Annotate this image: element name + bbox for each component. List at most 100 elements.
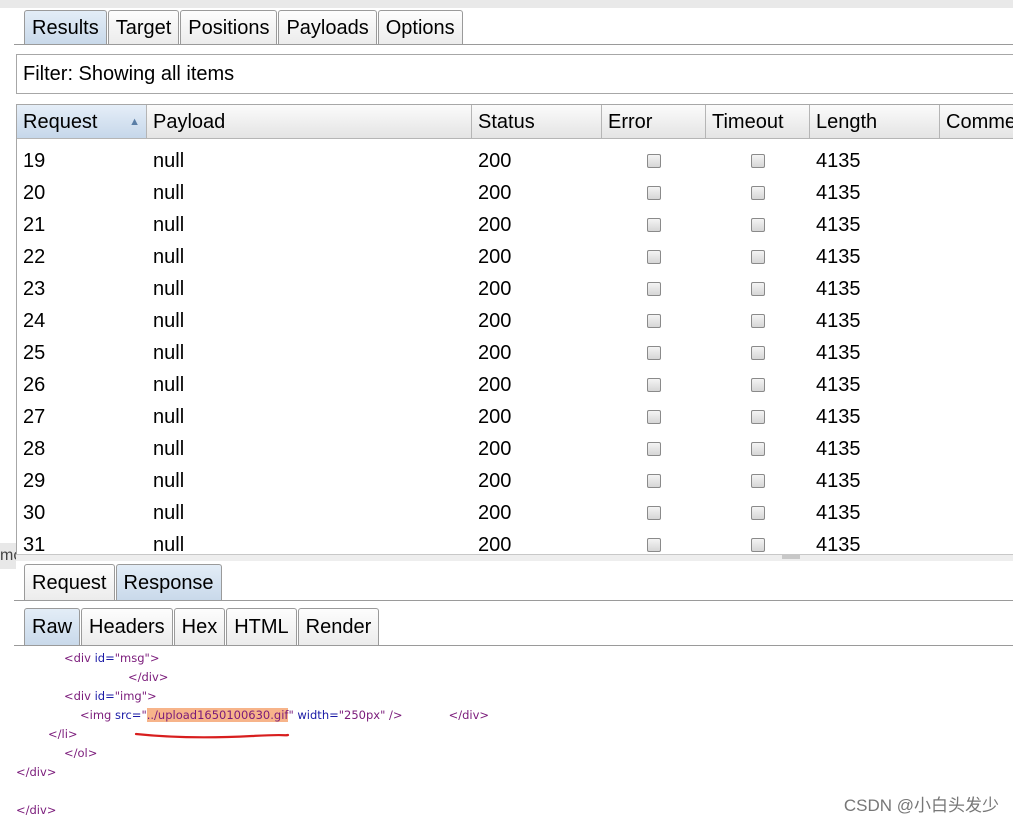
tab-hex[interactable]: Hex xyxy=(173,608,226,645)
error-checkbox[interactable] xyxy=(647,538,661,552)
error-checkbox[interactable] xyxy=(647,474,661,488)
error-checkbox[interactable] xyxy=(647,506,661,520)
cell-length: 4135 xyxy=(816,246,861,268)
tab-positions[interactable]: Positions xyxy=(180,10,278,44)
error-checkbox[interactable] xyxy=(647,154,661,168)
cell-status: 200 xyxy=(478,470,512,492)
tab-target[interactable]: Target xyxy=(107,10,180,44)
timeout-checkbox[interactable] xyxy=(751,250,765,264)
cell-payload: null xyxy=(153,246,185,268)
tab-request[interactable]: Request xyxy=(24,564,115,600)
results-table: Request ▲ Payload Status Error Timeout L… xyxy=(16,104,1013,555)
timeout-checkbox[interactable] xyxy=(751,346,765,360)
cell-status: 200 xyxy=(478,278,512,300)
timeout-checkbox[interactable] xyxy=(751,378,765,392)
code-line-img: <img src="../upload1650100630.gif" width… xyxy=(80,708,490,722)
timeout-checkbox[interactable] xyxy=(751,186,765,200)
timeout-checkbox[interactable] xyxy=(751,506,765,520)
cell-length: 4135 xyxy=(816,470,861,492)
column-header-timeout[interactable]: Timeout xyxy=(706,105,810,139)
tab-payloads[interactable]: Payloads xyxy=(278,10,377,44)
table-row[interactable]: 20 null 200 4135 xyxy=(17,177,1013,209)
error-checkbox[interactable] xyxy=(647,186,661,200)
error-checkbox[interactable] xyxy=(647,218,661,232)
timeout-checkbox[interactable] xyxy=(751,474,765,488)
cell-payload: null xyxy=(153,534,185,555)
cell-payload: null xyxy=(153,342,185,364)
code-line: </div> xyxy=(128,670,169,684)
error-checkbox[interactable] xyxy=(647,282,661,296)
cell-status: 200 xyxy=(478,246,512,268)
filter-bar[interactable]: Filter: Showing all items xyxy=(16,54,1013,94)
cell-status: 200 xyxy=(478,406,512,428)
detail-tabbar: Request Response xyxy=(24,564,223,600)
table-row[interactable]: 21 null 200 4135 xyxy=(17,209,1013,241)
cell-request: 20 xyxy=(23,182,46,204)
timeout-checkbox[interactable] xyxy=(751,314,765,328)
timeout-checkbox[interactable] xyxy=(751,218,765,232)
table-row[interactable]: 30 null 200 4135 xyxy=(17,497,1013,529)
main-tabbar-divider xyxy=(14,44,1013,45)
table-header: Request ▲ Payload Status Error Timeout L… xyxy=(17,105,1013,139)
column-header-request-label: Request xyxy=(23,111,98,133)
column-header-error[interactable]: Error xyxy=(602,105,706,139)
cell-request: 28 xyxy=(23,438,46,460)
tab-headers[interactable]: Headers xyxy=(81,608,173,645)
cell-status: 200 xyxy=(478,182,512,204)
cell-payload: null xyxy=(153,150,185,172)
cell-length: 4135 xyxy=(816,278,861,300)
tab-response[interactable]: Response xyxy=(115,564,222,600)
column-header-length[interactable]: Length xyxy=(810,105,940,139)
code-line: </li> xyxy=(48,727,78,741)
left-edge-fragment: mc xyxy=(0,543,16,569)
timeout-checkbox[interactable] xyxy=(751,442,765,456)
table-row[interactable]: 25 null 200 4135 xyxy=(17,337,1013,369)
sort-ascending-icon: ▲ xyxy=(129,116,140,128)
highlighted-upload-path: ../upload1650100630.gif xyxy=(146,708,289,722)
error-checkbox[interactable] xyxy=(647,442,661,456)
cell-status: 200 xyxy=(478,374,512,396)
main-tabbar: Results Target Positions Payloads Option… xyxy=(24,10,464,44)
cell-request: 23 xyxy=(23,278,46,300)
pane-splitter[interactable] xyxy=(16,554,1013,561)
table-row[interactable]: 27 null 200 4135 xyxy=(17,401,1013,433)
tab-options[interactable]: Options xyxy=(377,10,463,44)
splitter-grip[interactable] xyxy=(782,555,800,559)
tab-render[interactable]: Render xyxy=(297,608,380,645)
table-row[interactable]: 26 null 200 4135 xyxy=(17,369,1013,401)
table-body: 19 null 200 4135 20 null 200 4135 21 null 200 4135 2… xyxy=(17,145,1013,555)
cell-payload: null xyxy=(153,310,185,332)
cell-status: 200 xyxy=(478,534,512,555)
error-checkbox[interactable] xyxy=(647,378,661,392)
cell-length: 4135 xyxy=(816,438,861,460)
code-line: <div id="img"> xyxy=(64,689,157,703)
table-row[interactable]: 24 null 200 4135 xyxy=(17,305,1013,337)
column-header-request[interactable]: Request ▲ xyxy=(17,105,147,139)
cell-request: 29 xyxy=(23,470,46,492)
timeout-checkbox[interactable] xyxy=(751,154,765,168)
cell-payload: null xyxy=(153,374,185,396)
tab-raw[interactable]: Raw xyxy=(24,608,81,645)
cell-status: 200 xyxy=(478,310,512,332)
column-header-comment[interactable]: Comme xyxy=(940,105,1013,139)
cell-status: 200 xyxy=(478,150,512,172)
timeout-checkbox[interactable] xyxy=(751,282,765,296)
column-header-status[interactable]: Status xyxy=(472,105,602,139)
timeout-checkbox[interactable] xyxy=(751,538,765,552)
cell-payload: null xyxy=(153,214,185,236)
error-checkbox[interactable] xyxy=(647,346,661,360)
error-checkbox[interactable] xyxy=(647,314,661,328)
table-row[interactable]: 31 null 200 4135 xyxy=(17,529,1013,555)
tab-results[interactable]: Results xyxy=(24,10,107,44)
error-checkbox[interactable] xyxy=(647,410,661,424)
timeout-checkbox[interactable] xyxy=(751,410,765,424)
table-row[interactable]: 23 null 200 4135 xyxy=(17,273,1013,305)
error-checkbox[interactable] xyxy=(647,250,661,264)
table-row[interactable]: 28 null 200 4135 xyxy=(17,433,1013,465)
table-row[interactable]: 29 null 200 4135 xyxy=(17,465,1013,497)
tab-html[interactable]: HTML xyxy=(226,608,297,645)
table-row[interactable]: 19 null 200 4135 xyxy=(17,145,1013,177)
cell-payload: null xyxy=(153,278,185,300)
table-row[interactable]: 22 null 200 4135 xyxy=(17,241,1013,273)
column-header-payload[interactable]: Payload xyxy=(147,105,472,139)
